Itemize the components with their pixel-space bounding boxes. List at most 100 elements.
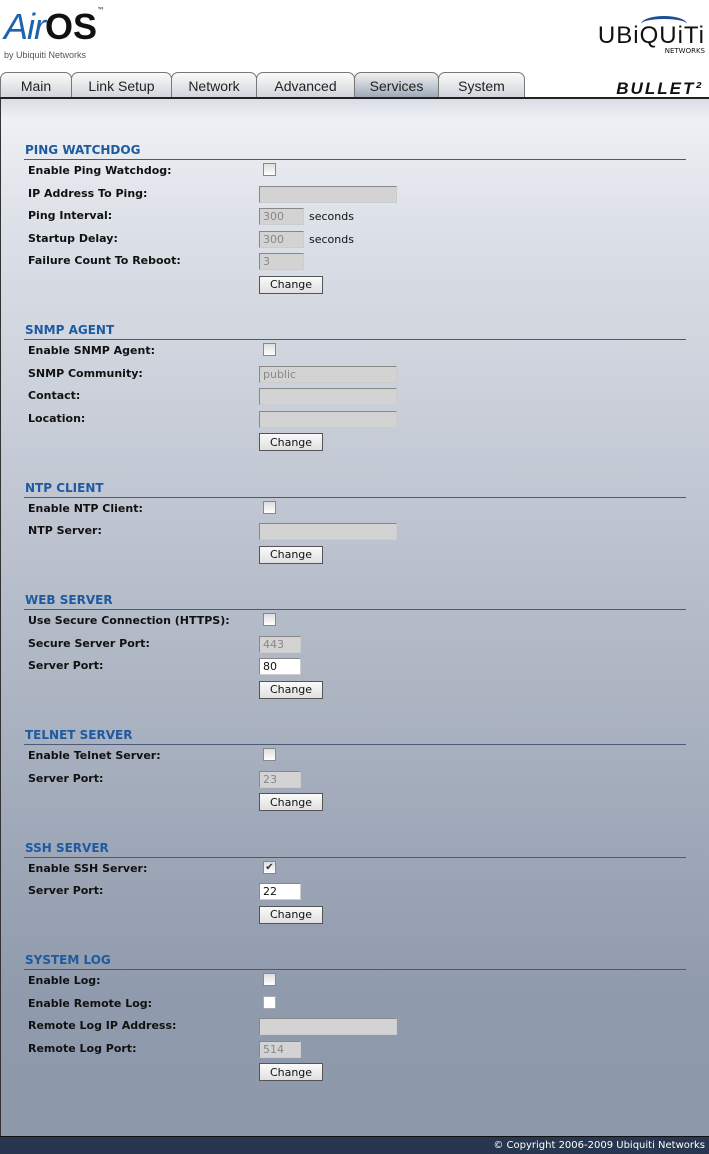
text-input[interactable]: 3 [259, 253, 304, 270]
form-row: Server Port: 22 [24, 880, 686, 903]
field-label: Startup Delay: [28, 231, 118, 245]
form-row: Enable Ping Watchdog: [24, 160, 686, 183]
field-label: Enable SNMP Agent: [28, 344, 156, 357]
field-control: 80 [259, 658, 301, 675]
section-web-server: WEB SERVER Use Secure Connection (HTTPS):… [24, 591, 686, 700]
checkbox[interactable] [263, 973, 276, 986]
section-title: SSH SERVER [24, 839, 686, 858]
text-input[interactable] [259, 388, 397, 405]
text-input[interactable]: 22 [259, 883, 301, 900]
form-row: Enable NTP Client: [24, 498, 686, 521]
tab-system[interactable]: System [438, 72, 525, 98]
tab-link-setup[interactable]: Link Setup [71, 72, 172, 98]
change-button[interactable]: Change [259, 545, 323, 564]
checkbox[interactable] [263, 500, 276, 514]
field-control [259, 163, 276, 176]
field-control: 514 [259, 1040, 301, 1058]
section-title: NTP CLIENT [24, 479, 686, 498]
section-system-log: SYSTEM LOG Enable Log: Enable Remote Log: R… [24, 951, 686, 1083]
field-control: 3 [259, 253, 304, 270]
section-telnet-server: TELNET SERVER Enable Telnet Server: Server… [24, 726, 686, 813]
unit-label: seconds [309, 210, 354, 223]
form-row: Startup Delay: 300 seconds [24, 228, 686, 251]
form-row: Remote Log IP Address: [24, 1015, 686, 1038]
form-row: Failure Count To Reboot: 3 [24, 250, 686, 273]
field-control [259, 1018, 397, 1035]
checkbox[interactable] [263, 995, 276, 1009]
logo-tm: ™ [97, 6, 106, 15]
text-input[interactable] [259, 523, 397, 540]
form-row: Enable Telnet Server: [24, 745, 686, 768]
section-ping-watchdog: PING WATCHDOG Enable Ping Watchdog: IP Add… [24, 141, 686, 295]
text-input[interactable] [259, 410, 397, 428]
field-control: Change [259, 433, 323, 451]
text-input[interactable]: public [259, 365, 397, 383]
text-input[interactable]: 23 [259, 770, 301, 788]
change-button[interactable]: Change [259, 793, 323, 811]
main-tabs: Main Link Setup Network Advanced Services Sys… [0, 72, 525, 98]
checkbox[interactable] [263, 163, 276, 176]
section-title: WEB SERVER [24, 591, 686, 610]
field-control [259, 613, 276, 626]
tab-main[interactable]: Main [0, 72, 72, 98]
form-row: IP Address To Ping: [24, 183, 686, 206]
field-control: Change [259, 545, 323, 564]
tab-network[interactable]: Network [171, 72, 257, 98]
field-label: Remote Log Port: [28, 1041, 137, 1055]
header: AirOS™ by Ubiquiti Networks UBiQUiTi NET… [0, 0, 709, 98]
unit-label: seconds [309, 232, 354, 246]
form-row: Enable SSH Server: ✔ [24, 858, 686, 881]
text-input[interactable] [259, 185, 397, 203]
checkbox[interactable] [263, 343, 276, 356]
dish-icon [641, 16, 687, 32]
form-row: Secure Server Port: 443 [24, 633, 686, 656]
change-button[interactable]: Change [259, 680, 323, 699]
section-title: SNMP AGENT [24, 321, 686, 340]
field-control [259, 500, 276, 514]
field-control: 443 [259, 635, 301, 653]
field-control: Change [259, 1063, 323, 1081]
content-area: PING WATCHDOG Enable Ping Watchdog: IP Add… [0, 97, 709, 1136]
field-control [259, 388, 397, 405]
field-label: Contact: [28, 389, 81, 402]
product-logo: BULLET² [616, 79, 703, 98]
section-ssh-server: SSH SERVER Enable SSH Server: ✔ Server Port… [24, 839, 686, 926]
logo-air: Air [4, 6, 46, 47]
form-row: Change [24, 543, 686, 566]
field-label: Enable Remote Log: [28, 996, 153, 1010]
text-input[interactable]: 300 [259, 208, 304, 225]
form-row: Ping Interval: 300 seconds [24, 205, 686, 228]
form-row: Change [24, 430, 686, 453]
form-row: Change [24, 790, 686, 813]
field-label: Secure Server Port: [28, 636, 150, 650]
checkbox[interactable] [263, 613, 276, 626]
text-input[interactable]: 443 [259, 635, 301, 653]
checkbox[interactable] [263, 748, 276, 761]
field-control: Change [259, 793, 323, 811]
field-label: Location: [28, 411, 86, 425]
settings-form: PING WATCHDOG Enable Ping Watchdog: IP Add… [24, 141, 686, 1109]
tab-services[interactable]: Services [354, 72, 439, 98]
text-input[interactable]: 300 [259, 230, 304, 248]
section-title: SYSTEM LOG [24, 951, 686, 970]
field-control [259, 410, 397, 428]
form-row: Use Secure Connection (HTTPS): [24, 610, 686, 633]
form-row: Server Port: 80 [24, 655, 686, 678]
field-control [259, 523, 397, 540]
footer: © Copyright 2006-2009 Ubiquiti Networks [0, 1136, 709, 1154]
section-title: PING WATCHDOG [24, 141, 686, 160]
form-row: Location: [24, 408, 686, 431]
change-button[interactable]: Change [259, 433, 323, 451]
change-button[interactable]: Change [259, 905, 323, 924]
change-button[interactable]: Change [259, 275, 323, 294]
tab-advanced[interactable]: Advanced [256, 72, 355, 98]
change-button[interactable]: Change [259, 1063, 323, 1081]
section-title: TELNET SERVER [24, 726, 686, 745]
field-label: Server Port: [28, 771, 104, 785]
text-input[interactable]: 80 [259, 658, 301, 675]
checkbox-checked[interactable]: ✔ [263, 860, 276, 874]
field-control [259, 343, 276, 356]
text-input[interactable]: 514 [259, 1040, 301, 1058]
text-input[interactable] [259, 1018, 397, 1035]
section-ntp-client: NTP CLIENT Enable NTP Client: NTP Server: C… [24, 479, 686, 566]
